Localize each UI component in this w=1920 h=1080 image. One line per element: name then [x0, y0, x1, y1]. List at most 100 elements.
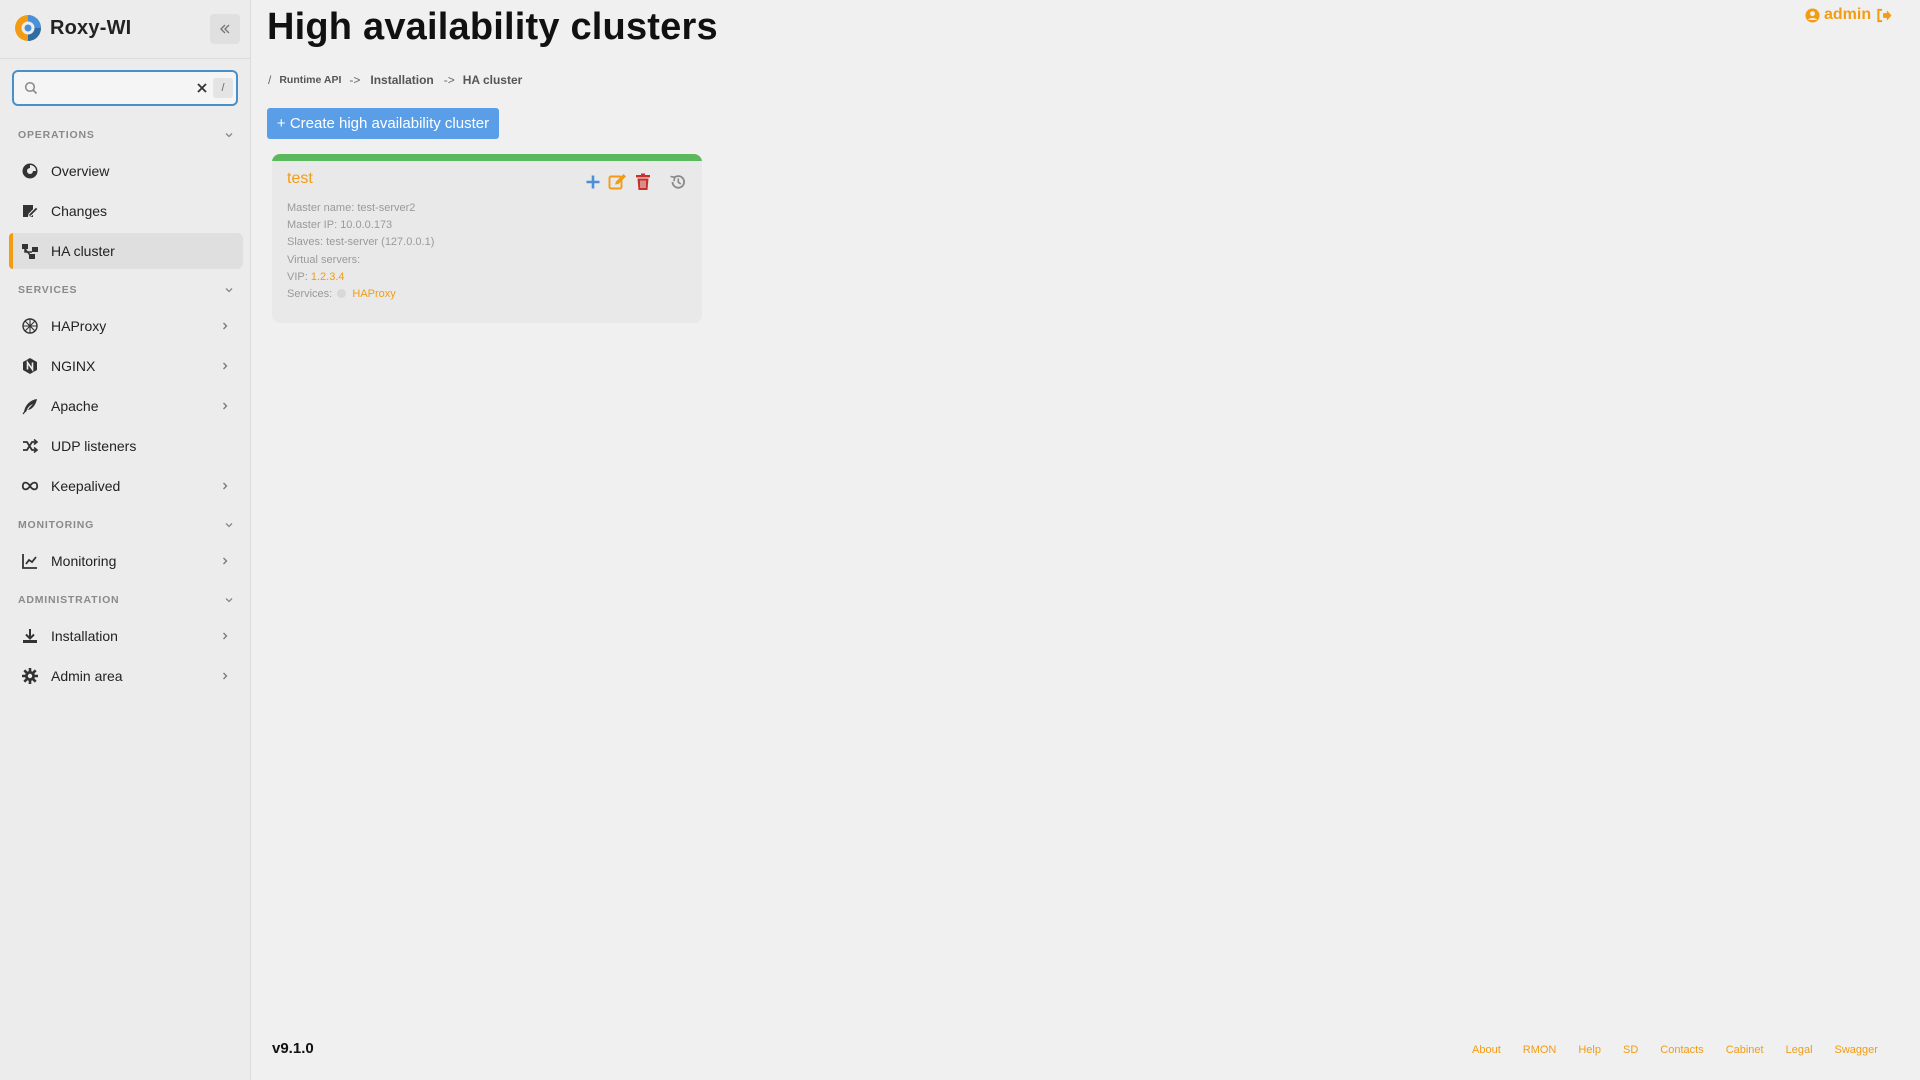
user-menu[interactable]: admin — [1805, 6, 1893, 24]
section-administration[interactable]: ADMINISTRATION — [18, 593, 234, 607]
master-name-label: Master name: — [287, 202, 355, 214]
search-icon — [24, 81, 38, 95]
double-chevron-left-icon — [220, 24, 230, 34]
add-icon[interactable] — [583, 172, 602, 191]
footer-link-cabinet[interactable]: Cabinet — [1726, 1044, 1764, 1056]
master-name-row: Master name: test-server2 — [287, 202, 415, 214]
section-services[interactable]: SERVICES — [18, 283, 234, 297]
edit-icon[interactable] — [608, 172, 627, 191]
footer-link-legal[interactable]: Legal — [1786, 1044, 1813, 1056]
cluster-card: test Master name: test-server2 Master IP… — [272, 154, 702, 323]
section-label: OPERATIONS — [18, 129, 95, 141]
chevron-right-icon — [219, 320, 231, 332]
history-icon[interactable] — [668, 172, 687, 191]
apache-feather-icon — [21, 397, 39, 415]
sidebar-item-label: Changes — [51, 203, 108, 219]
chevron-right-icon — [219, 630, 231, 642]
sidebar-item-label: Keepalived — [51, 478, 121, 494]
roxy-wi-logo — [15, 15, 41, 41]
shuffle-icon — [21, 437, 39, 455]
sidebar-item-label: Overview — [51, 163, 110, 179]
services-label: Services: — [287, 288, 333, 300]
chevron-right-icon — [219, 360, 231, 372]
search-input[interactable] — [48, 78, 188, 98]
vip-label: VIP: — [287, 271, 308, 283]
breadcrumb-separator: -> — [349, 73, 361, 87]
brand[interactable]: Roxy-WI — [14, 14, 131, 42]
collapse-sidebar-button[interactable] — [210, 14, 240, 44]
sidebar-item-nginx[interactable]: NGINX — [9, 348, 243, 384]
sidebar: Roxy-WI / OPERATIONS Overview Changes HA… — [0, 0, 251, 1080]
sidebar-item-monitoring[interactable]: Monitoring — [9, 543, 243, 579]
search-shortcut-badge: / — [213, 78, 233, 98]
sidebar-item-keepalived[interactable]: Keepalived — [9, 468, 243, 504]
nginx-icon — [21, 357, 39, 375]
chart-line-icon — [21, 552, 39, 570]
breadcrumb-ha-cluster[interactable]: HA cluster — [463, 73, 523, 87]
sidebar-item-ha-cluster[interactable]: HA cluster — [9, 233, 243, 269]
sidebar-item-udp-listeners[interactable]: UDP listeners — [9, 428, 243, 464]
chevron-right-icon — [219, 670, 231, 682]
close-icon — [197, 83, 207, 93]
breadcrumb-runtime-api[interactable]: Runtime API — [279, 74, 341, 86]
chevron-down-icon — [225, 523, 233, 528]
sidebar-item-admin-area[interactable]: Admin area — [9, 658, 243, 694]
master-ip-row: Master IP: 10.0.0.173 — [287, 219, 392, 231]
sidebar-item-label: UDP listeners — [51, 438, 137, 454]
app-name: Roxy-WI — [50, 16, 132, 39]
footer-link-sd[interactable]: SD — [1623, 1044, 1638, 1056]
sidebar-item-label: NGINX — [51, 358, 96, 374]
sidebar-item-haproxy[interactable]: HAProxy — [9, 308, 243, 344]
section-label: SERVICES — [18, 284, 78, 296]
sidebar-item-apache[interactable]: Apache — [9, 388, 243, 424]
footer-link-swagger[interactable]: Swagger — [1835, 1044, 1878, 1056]
user-circle-icon — [1805, 7, 1820, 23]
clear-search-button[interactable] — [194, 80, 210, 96]
sidebar-item-overview[interactable]: Overview — [9, 153, 243, 189]
service-haproxy-link[interactable]: HAProxy — [352, 288, 395, 300]
overview-icon — [21, 162, 39, 180]
page-title: High availability clusters — [267, 6, 718, 48]
slaves-row: Slaves: test-server (127.0.0.1) — [287, 236, 434, 248]
section-operations[interactable]: OPERATIONS — [18, 128, 234, 142]
sidebar-item-changes[interactable]: Changes — [9, 193, 243, 229]
master-name-value: test-server2 — [357, 202, 416, 214]
master-ip-label: Master IP: — [287, 219, 338, 231]
sidebar-item-installation[interactable]: Installation — [9, 618, 243, 654]
section-label: MONITORING — [18, 519, 95, 531]
cluster-status-bar — [272, 154, 702, 161]
footer-link-rmon[interactable]: RMON — [1523, 1044, 1557, 1056]
footer-link-help[interactable]: Help — [1578, 1044, 1601, 1056]
service-status-dot — [337, 289, 347, 298]
footer-link-about[interactable]: About — [1472, 1044, 1501, 1056]
virtual-servers-label: Virtual servers: — [287, 254, 361, 266]
sidebar-item-label: Admin area — [51, 668, 123, 684]
chevron-down-icon — [225, 288, 233, 293]
master-ip-value: 10.0.0.173 — [340, 219, 393, 231]
vip-row: VIP: 1.2.3.4 — [287, 271, 345, 283]
footer-link-contacts[interactable]: Contacts — [1660, 1044, 1703, 1056]
cluster-name[interactable]: test — [287, 170, 313, 188]
logout-icon[interactable] — [1875, 8, 1893, 23]
vip-value[interactable]: 1.2.3.4 — [311, 271, 345, 283]
slaves-label: Slaves: — [287, 236, 324, 248]
create-ha-cluster-button[interactable]: + Create high availability cluster — [267, 108, 499, 139]
gear-icon — [21, 667, 39, 685]
chevron-down-icon — [225, 598, 233, 603]
breadcrumb-separator: -> — [443, 73, 455, 87]
virtual-servers-row: Virtual servers: — [287, 254, 360, 266]
chevron-right-icon — [219, 555, 231, 567]
slaves-value: test-server (127.0.0.1) — [326, 236, 435, 248]
section-label: ADMINISTRATION — [18, 594, 120, 606]
search-box[interactable]: / — [12, 70, 238, 106]
changes-icon — [21, 202, 39, 220]
services-row: Services: HAProxy — [287, 288, 396, 300]
ha-cluster-icon — [21, 242, 39, 260]
chevron-right-icon — [219, 480, 231, 492]
divider — [0, 58, 251, 59]
delete-icon[interactable] — [633, 172, 652, 191]
section-monitoring[interactable]: MONITORING — [18, 518, 234, 532]
sidebar-item-label: HA cluster — [51, 243, 115, 259]
app-version: v9.1.0 — [272, 1040, 314, 1057]
breadcrumb-installation[interactable]: Installation — [370, 73, 433, 87]
